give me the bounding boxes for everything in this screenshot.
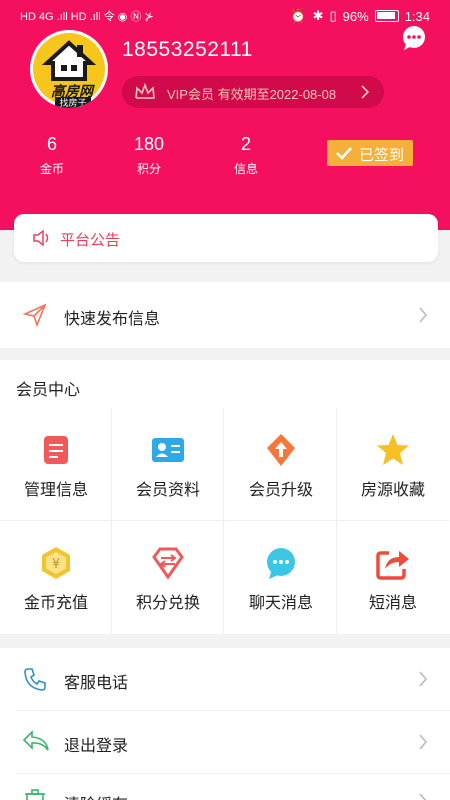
chevron-right-icon (419, 307, 428, 323)
settings-menu: 客服电话 退出登录 清除缓存 (0, 648, 450, 800)
share-message-icon (376, 551, 409, 580)
grid-item-member-profile[interactable]: 会员资料 (112, 408, 224, 521)
send-icon (22, 303, 47, 328)
grid-item-points-exchange[interactable]: 积分兑换 (112, 521, 224, 634)
battery-icon (374, 10, 399, 22)
grid-item-manage-info[interactable]: 管理信息 (0, 408, 112, 521)
grid-label: 金币充值 (23, 595, 88, 612)
battery-percent: 96% (342, 8, 369, 24)
logo-subtext: 找房子 (55, 97, 91, 108)
platform-notice[interactable]: 平台公告 (14, 214, 438, 262)
chevron-right-icon (419, 734, 428, 750)
grid-item-upgrade[interactable]: 会员升级 (225, 408, 337, 521)
grid-label: 聊天消息 (248, 595, 313, 612)
notice-label: 平台公告 (60, 232, 121, 249)
menu-label: 退出登录 (64, 738, 129, 755)
logo: 高房网 找房子 (33, 33, 105, 108)
menu-item-logout[interactable]: 退出登录 (0, 711, 450, 773)
member-center-grid: 管理信息 会员资料 会员升级 房源收藏 ¥ 金币充值 积分兑换 聊天消息 短消息 (0, 408, 450, 634)
signal-indicators: HD 4G .ıll HD .ıll 令 ◉ Ⓝ ⊁ (20, 11, 154, 23)
trash-icon (25, 789, 45, 800)
stat-label: 积分 (136, 162, 161, 176)
grid-label: 会员资料 (135, 482, 200, 499)
logout-icon (22, 730, 49, 751)
grid-item-coin-recharge[interactable]: ¥ 金币充值 (0, 521, 112, 634)
stat-messages[interactable]: 2 信息 (211, 134, 281, 177)
checkin-button[interactable]: 已签到 (327, 140, 413, 166)
checkin-label: 已签到 (359, 147, 405, 164)
avatar[interactable]: 高房网 找房子 (30, 30, 108, 108)
grid-label: 短消息 (368, 595, 417, 612)
stat-coins[interactable]: 6 金币 (17, 134, 87, 177)
status-right: ⏰ ✱ ▯ 96% 1:34 (290, 8, 430, 24)
clock: 1:34 (404, 8, 430, 24)
menu-label: 客服电话 (64, 675, 129, 692)
star-icon (377, 434, 409, 465)
menu-label: 清除缓存 (64, 791, 128, 800)
grid-label: 房源收藏 (360, 482, 425, 499)
points-exchange-icon (152, 547, 184, 580)
user-phone: 18553252111 (122, 38, 253, 61)
chevron-right-icon (361, 85, 370, 99)
grid-item-short-message[interactable]: 短消息 (337, 521, 449, 634)
chat-icon (267, 548, 295, 579)
manage-info-icon (44, 436, 68, 464)
bluetooth-icon: ✱ (312, 8, 324, 23)
grid-item-chat[interactable]: 聊天消息 (225, 521, 337, 634)
phone-icon (24, 668, 46, 691)
chat-bubble-icon[interactable] (400, 24, 428, 52)
chevron-right-icon (419, 671, 428, 687)
vip-text: VIP会员 有效期至2022-08-08 (167, 87, 337, 102)
svg-text:¥: ¥ (52, 557, 60, 572)
crown-icon (135, 82, 155, 99)
grid-label: 管理信息 (23, 482, 88, 499)
vip-status-bar[interactable]: VIP会员 有效期至2022-08-08 (122, 76, 384, 108)
grid-item-favorites[interactable]: 房源收藏 (337, 408, 449, 521)
stat-label: 金币 (39, 162, 64, 176)
status-left-icons: HD 4G .ıll HD .ıll 令 ◉ Ⓝ ⊁ (20, 8, 154, 24)
status-bar: HD 4G .ıll HD .ıll 令 ◉ Ⓝ ⊁ ⏰ ✱ ▯ 96% 1:3… (0, 0, 450, 32)
stat-points[interactable]: 180 积分 (114, 134, 184, 177)
quick-publish-row[interactable]: 快速发布信息 (0, 282, 450, 348)
vibrate-icon: ▯ (329, 8, 337, 23)
member-profile-icon (152, 438, 184, 462)
stat-label: 信息 (233, 162, 258, 176)
upgrade-icon (267, 434, 295, 466)
grid-label: 会员升级 (248, 482, 313, 499)
stat-value: 180 (133, 134, 165, 154)
stat-value: 2 (240, 134, 251, 154)
coin-recharge-icon: ¥ (42, 547, 70, 579)
grid-label: 积分兑换 (135, 595, 200, 612)
member-center-title: 会员中心 (16, 382, 81, 399)
chevron-right-icon (419, 793, 427, 800)
menu-item-customer-service[interactable]: 客服电话 (0, 648, 450, 710)
menu-item-clear-cache[interactable]: 清除缓存 (0, 774, 450, 800)
stat-value: 6 (46, 134, 57, 154)
speaker-icon (33, 229, 49, 247)
quick-publish-label: 快速发布信息 (64, 311, 161, 328)
alarm-icon: ⏰ (290, 8, 307, 23)
check-icon (336, 147, 352, 160)
